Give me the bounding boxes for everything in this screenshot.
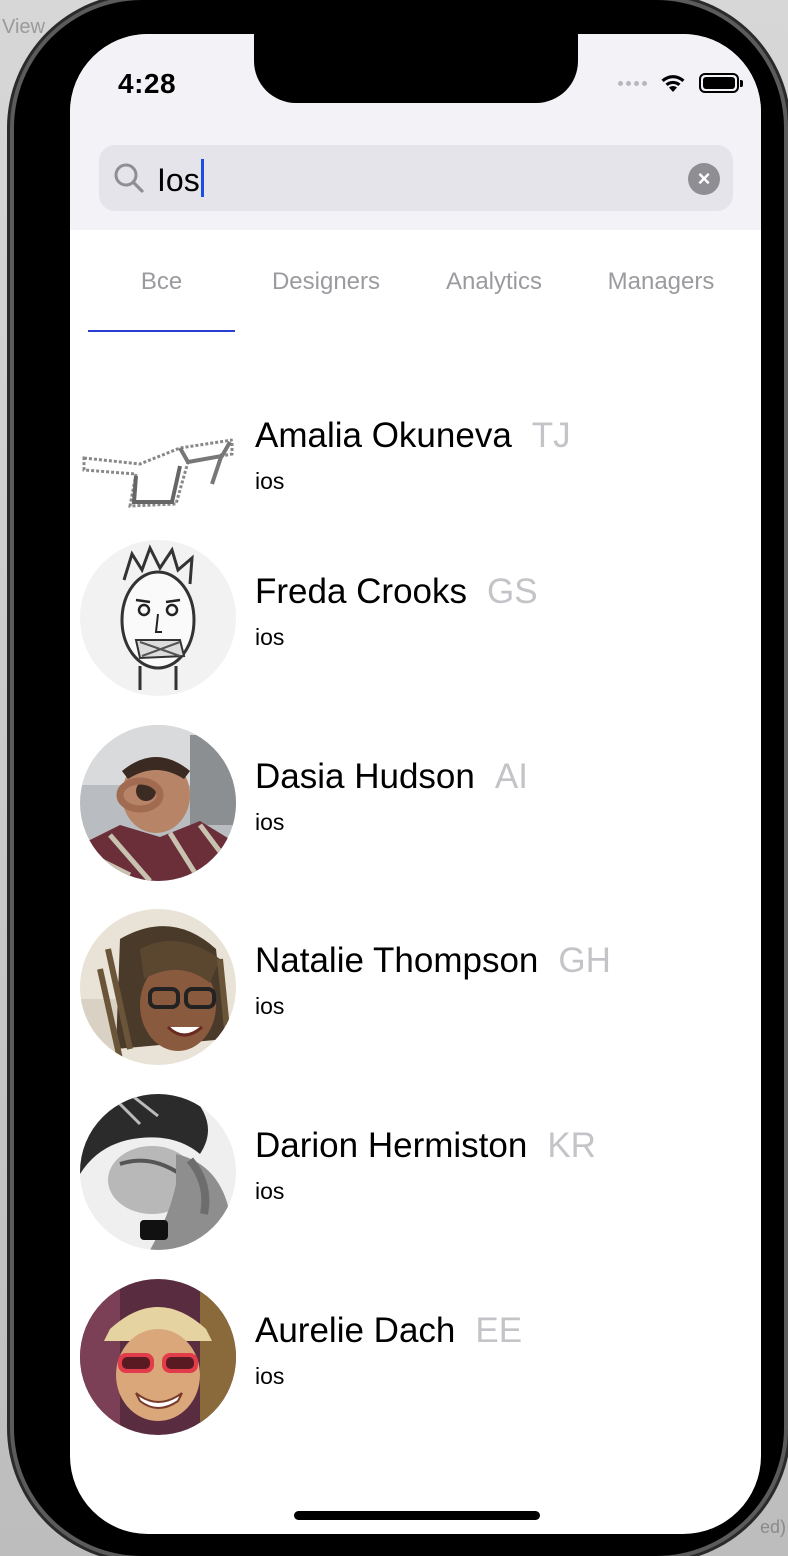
list-item[interactable]: Amalia Okuneva TJ ios [70,384,761,544]
text-caret [200,159,204,197]
avatar [80,725,236,881]
person-name-text: Darion Hermiston [255,1126,528,1165]
person-name: Aurelie Dach EE [255,1311,522,1351]
search-query: Ios [157,162,200,198]
photo-man-hand-eye-avatar [80,725,236,881]
cellular-signal-icon [618,80,647,86]
backdrop-label-right: ed) [759,1517,786,1537]
person-name: Dasia Hudson AI [255,757,528,797]
photo-woman-glasses-avatar [80,909,236,1065]
person-name-text: Freda Crooks [255,572,468,611]
person-name: Natalie Thompson GH [255,941,611,981]
photo-man-red-glasses-avatar [80,1279,236,1435]
list-item[interactable]: Darion Hermiston KR ios [70,1094,761,1254]
person-role: ios [255,624,285,650]
person-initials: EE [475,1311,523,1350]
list-item[interactable]: Aurelie Dach EE ios [70,1279,761,1439]
person-initials: KR [547,1126,596,1165]
person-role: ios [255,809,285,835]
person-role: ios [255,468,285,494]
avatar [80,384,236,540]
person-name: Amalia Okuneva TJ [255,416,571,456]
photo-man-bw-avatar [80,1094,236,1250]
person-initials: TJ [531,416,571,455]
person-initials: AI [494,757,528,796]
tab-analytics[interactable]: Analytics [413,268,575,308]
search-icon [114,163,144,193]
avatar [80,540,236,696]
person-role: ios [255,993,285,1019]
app-screen: 4:28 Ios × Все Designers Analytics Manag… [70,34,761,1534]
tab-selection-indicator [88,330,235,332]
person-name-text: Aurelie Dach [255,1311,456,1350]
person-name-text: Dasia Hudson [255,757,475,796]
search-input[interactable]: Ios [157,159,204,199]
tab-designers[interactable]: Designers [246,268,406,308]
avatar [80,909,236,1065]
person-name-text: Amalia Okuneva [255,416,512,455]
tab-managers[interactable]: Managers [580,268,742,308]
person-initials: GH [558,941,611,980]
person-name: Darion Hermiston KR [255,1126,596,1166]
wifi-icon [661,75,685,92]
battery-icon [699,73,743,93]
tab-all[interactable]: Все [88,268,235,308]
clear-icon: × [697,166,711,191]
list-item[interactable]: Natalie Thompson GH ios [70,909,761,1069]
status-time: 4:28 [118,68,177,99]
person-name-text: Natalie Thompson [255,941,539,980]
backdrop-label: View [2,16,45,38]
person-initials: GS [487,572,538,611]
sketch-face-avatar [80,540,236,696]
search-bar[interactable]: Ios × [99,145,733,211]
list-item[interactable]: Freda Crooks GS ios [70,540,761,700]
person-role: ios [255,1178,285,1204]
avatar [80,1279,236,1435]
list-item[interactable]: Dasia Hudson AI ios [70,725,761,885]
person-name: Freda Crooks GS [255,572,538,612]
status-icons [618,72,743,94]
glasses-sketch-avatar [80,384,236,540]
header-area: 4:28 Ios × [70,34,761,230]
home-indicator[interactable] [294,1511,540,1520]
avatar [80,1094,236,1250]
segment-tabs: Все Designers Analytics Managers [70,230,761,338]
person-role: ios [255,1363,285,1389]
clear-search-button[interactable]: × [688,163,720,195]
device-notch [254,34,578,103]
phone-frame: 4:28 Ios × Все Designers Analytics Manag… [14,0,784,1556]
